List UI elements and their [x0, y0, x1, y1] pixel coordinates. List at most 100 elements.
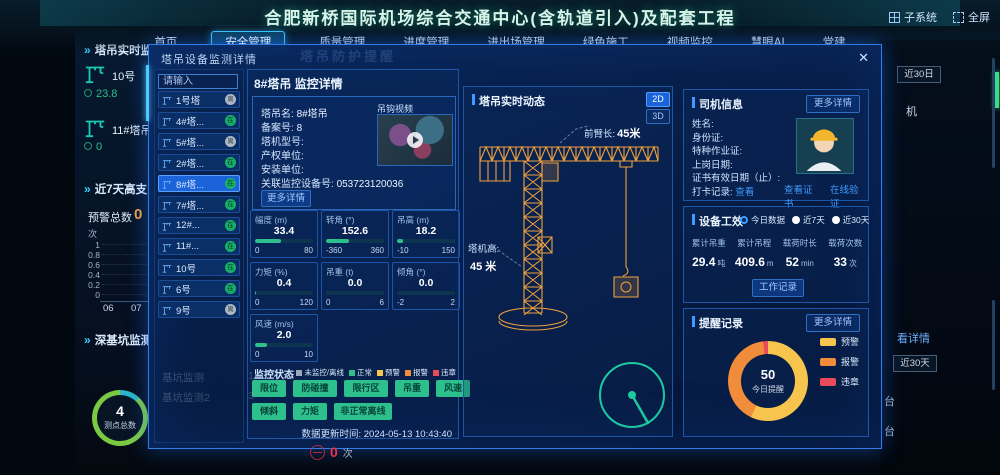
jib-length-label: 前臂长:45米 — [584, 125, 640, 141]
metric-card: 吊重 (t)0.006 — [321, 262, 389, 310]
tower-list-item[interactable]: 10号在 — [158, 259, 240, 276]
y-tick: 0.4 — [84, 270, 148, 280]
status-dot-icon — [84, 89, 92, 97]
online-badge: 在 — [225, 262, 236, 273]
bg-chart-y-axis: 10.80.60.40.20 — [84, 240, 148, 302]
y-tick: 0 — [84, 290, 148, 300]
measure-points-ring: 4 测点总数 — [92, 390, 148, 446]
live-panel-title: 塔吊实时动态 — [472, 93, 545, 109]
tower-list-item[interactable]: 7#塔...在 — [158, 196, 240, 213]
status-button[interactable]: 吊重 — [395, 380, 429, 397]
range-button-30d[interactable]: 近30日 — [897, 66, 941, 83]
bg-chart-x-axis — [100, 301, 148, 302]
equipment-efficiency-panel: 设备工效 今日数据近7天近30天 累计吊重29.4吨累计吊程409.6m载荷时长… — [683, 206, 869, 303]
tower-list-item[interactable]: 9号离 — [158, 301, 240, 318]
tower-name: 8#塔... — [176, 177, 225, 191]
metric-bar — [255, 291, 313, 295]
scrollbar[interactable] — [992, 58, 995, 168]
tower-list-item[interactable]: 2#塔...在 — [158, 154, 240, 171]
update-time: 数据更新时间: 2024-05-13 10:43:40 — [248, 426, 452, 440]
driver-info-panel: 司机信息 更多详情 姓名:身份证:特种作业证:上岗日期:证书有效日期（止）:打卡… — [683, 89, 869, 201]
search-input[interactable] — [158, 74, 238, 89]
detail-title: 8#塔吊 监控详情 — [254, 75, 343, 92]
subsystem-label: 子系统 — [904, 9, 937, 25]
alerts-more-button[interactable]: 更多详情 — [806, 314, 860, 332]
fullscreen-label: 全屏 — [968, 9, 990, 25]
status-button[interactable]: 防碰撞 — [293, 380, 337, 397]
crane-info-box: 塔吊名: 8#塔吊备案号: 8塔机型号: 产权单位: 安装单位: 关联监控设备号… — [252, 96, 456, 210]
view-2d-button[interactable]: 2D — [646, 92, 670, 107]
tower-list-item[interactable]: 6号在 — [158, 280, 240, 297]
crane-icon — [162, 263, 172, 273]
status-legend-item: 正常 — [349, 367, 372, 378]
monitor-status-label: 监控状态 — [254, 366, 294, 381]
metric-bar — [397, 291, 455, 295]
alert-legend-item: 违章 — [820, 375, 859, 388]
metric-bar — [255, 343, 313, 347]
radio-icon — [740, 216, 748, 224]
range-radio[interactable]: 近7天 — [792, 214, 825, 226]
work-stat: 载荷次数33次 — [823, 237, 869, 269]
driver-field: 身份证: — [692, 130, 723, 144]
range-radio[interactable]: 近30天 — [832, 214, 869, 226]
view-link[interactable]: 查看 — [735, 187, 754, 198]
scrollbar[interactable] — [992, 300, 995, 390]
info-row: 产权单位: — [261, 147, 304, 162]
crane-illustration — [472, 117, 666, 353]
crane-icon — [84, 116, 106, 138]
bg-crane-name: 11#塔吊 — [112, 122, 152, 138]
tower-list-item[interactable]: 11#...在 — [158, 238, 240, 255]
tower-name: 11#... — [176, 241, 225, 252]
status-button[interactable]: 倾斜 — [252, 403, 286, 420]
info-row: 塔吊名: 8#塔吊 — [261, 105, 328, 120]
view-detail-link[interactable]: 看详情 — [897, 330, 930, 346]
range-radio[interactable]: 今日数据 — [740, 214, 785, 226]
fullscreen-icon — [953, 12, 964, 23]
tower-crane-monitor-dialog: 塔吊设备监测详情 ✕ 1号塔离4#塔...在5#塔...离2#塔...在8#塔.… — [148, 44, 882, 449]
app-title: 合肥新桥国际机场综合交通中心(含轨道引入)及配套工程 — [0, 4, 1000, 29]
status-button[interactable]: 非正常离线 — [334, 403, 392, 420]
subsystem-button[interactable]: 子系统 — [889, 9, 937, 25]
crane-icon — [162, 284, 172, 294]
driver-more-button[interactable]: 更多详情 — [806, 95, 860, 113]
metric-bar — [326, 291, 384, 295]
close-icon[interactable]: ✕ — [858, 50, 869, 66]
crane-icon — [162, 116, 172, 126]
crane-icon — [162, 179, 172, 189]
tower-list-item[interactable]: 4#塔...在 — [158, 112, 240, 129]
fullscreen-button[interactable]: 全屏 — [953, 9, 990, 25]
chevrons-icon: » — [84, 335, 91, 345]
metric-bar — [255, 239, 313, 243]
alert-legend-item: 预警 — [820, 335, 859, 348]
x-tick: 06 — [103, 303, 114, 314]
work-range-tabs: 今日数据近7天近30天 — [740, 214, 869, 226]
tower-list-item[interactable]: 5#塔...离 — [158, 133, 240, 150]
status-button[interactable]: 限行区 — [344, 380, 388, 397]
tower-list-item[interactable]: 1号塔离 — [158, 91, 240, 108]
metric-card: 倾角 (°)0.0-22 — [392, 262, 460, 310]
info-row: 备案号: 8 — [261, 119, 302, 134]
tower-list-item[interactable]: 8#塔...在 — [158, 175, 240, 192]
violation-icon — [310, 445, 325, 460]
more-detail-button[interactable]: 更多详情 — [261, 190, 311, 207]
work-record-button[interactable]: 工作记录 — [752, 279, 804, 297]
alerts-legend: 预警报警违章 — [820, 335, 859, 395]
metric-card: 吊高 (m)18.2-10150 — [392, 210, 460, 258]
unit-text: 台 — [884, 393, 895, 409]
status-legend-item: 报警 — [405, 367, 428, 378]
status-legend: 未监控/离线正常预警报警违章 — [304, 367, 456, 378]
alert-total-value: 0 — [134, 206, 142, 223]
tower-list-item[interactable]: 12#...在 — [158, 217, 240, 234]
alert-record-panel: 提醒记录 更多详情 50 今日提醒 预警报警违章 — [683, 308, 869, 437]
range-button-30d-2[interactable]: 近30天 — [893, 355, 937, 372]
status-button[interactable]: 力矩 — [293, 403, 327, 420]
y-axis-unit: 次 — [88, 227, 97, 240]
status-button[interactable]: 限位 — [252, 380, 286, 397]
work-stat: 累计吊重29.4吨 — [686, 237, 732, 269]
tower-name: 4#塔... — [176, 114, 225, 128]
work-stat: 累计吊程409.6m — [732, 237, 778, 269]
hook-video-thumbnail[interactable] — [377, 114, 453, 166]
bg-crane-value: 23.8 — [84, 88, 117, 100]
info-row: 安装单位: — [261, 161, 304, 176]
crane-icon — [162, 158, 172, 168]
